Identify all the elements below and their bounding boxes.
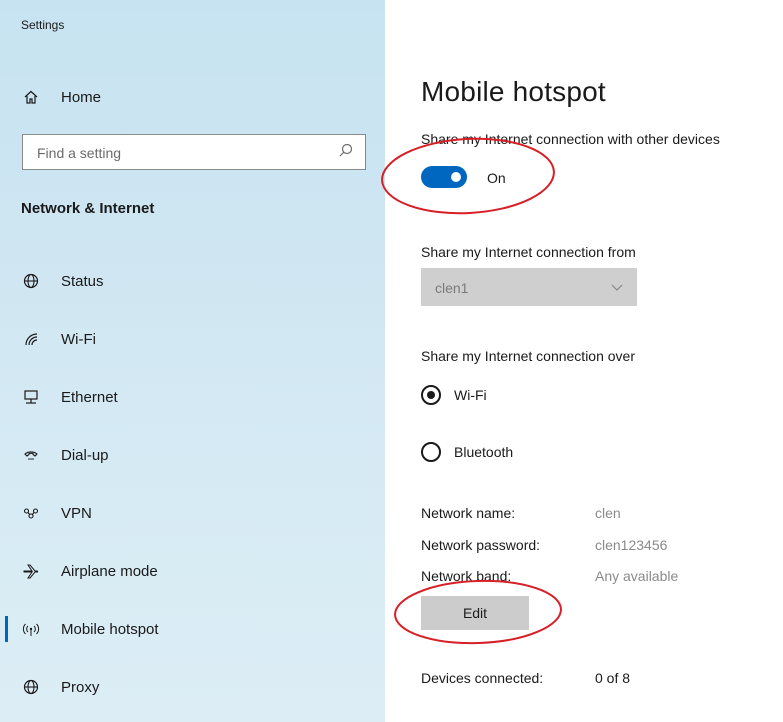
share-over-label: Share my Internet connection over (421, 348, 636, 364)
page-title: Mobile hotspot (421, 76, 606, 107)
dropdown-value: clen1 (435, 280, 469, 296)
connection-source-dropdown[interactable]: clen1 (421, 268, 637, 306)
search-icon[interactable] (337, 142, 355, 160)
sidebar-item-label: Mobile hotspot (61, 620, 159, 638)
network-name-value: clen (595, 505, 621, 521)
hotspot-toggle[interactable] (421, 166, 467, 188)
bluetooth-radio[interactable] (421, 442, 441, 462)
wifi-radio-label: Wi-Fi (454, 387, 487, 403)
share-from-label: Share my Internet connection from (421, 244, 636, 260)
proxy-icon (21, 677, 41, 697)
search-placeholder: Find a setting (37, 145, 122, 161)
section-title: Network & Internet (21, 200, 155, 217)
devices-connected-value: 0 of 8 (595, 670, 631, 686)
vpn-icon (21, 503, 41, 523)
network-password-label: Network password: (421, 537, 541, 553)
edit-button[interactable]: Edit (421, 596, 529, 630)
sidebar-item-label: Home (61, 88, 102, 106)
home-icon (21, 87, 41, 107)
sidebar-item-label: Dial-up (61, 446, 109, 464)
wifi-radio[interactable] (421, 385, 441, 405)
radio-dot (427, 391, 435, 399)
wifi-icon (21, 329, 41, 349)
sidebar-item-wifi[interactable]: Wi-Fi (0, 328, 385, 350)
sidebar-item-status[interactable]: Status (0, 270, 385, 292)
sidebar-item-label: Ethernet (61, 388, 118, 406)
network-band-label: Network band: (421, 568, 512, 584)
bluetooth-radio-label: Bluetooth (454, 444, 514, 460)
search-input[interactable]: Find a setting (22, 134, 366, 170)
sidebar-item-label: Proxy (61, 678, 100, 696)
chevron-down-icon (611, 280, 623, 292)
share-label: Share my Internet connection with other … (421, 131, 720, 147)
network-name-label: Network name: (421, 505, 516, 521)
airplane-icon (21, 561, 41, 581)
sidebar-item-label: VPN (61, 504, 92, 522)
network-band-value: Any available (595, 568, 679, 584)
toggle-knob (451, 172, 461, 182)
sidebar-item-label: Wi-Fi (61, 330, 96, 348)
sidebar: Settings Home Find a setting Network & I… (0, 0, 385, 722)
sidebar-item-airplane-mode[interactable]: Airplane mode (0, 560, 385, 582)
ethernet-icon (21, 387, 41, 407)
sidebar-item-label: Status (61, 272, 104, 290)
sidebar-item-proxy[interactable]: Proxy (0, 676, 385, 698)
devices-connected-label: Devices connected: (421, 670, 544, 686)
globe-icon (21, 271, 41, 291)
toggle-state-label: On (487, 170, 506, 186)
hotspot-icon (21, 619, 41, 639)
sidebar-item-vpn[interactable]: VPN (0, 502, 385, 524)
network-password-value: clen123456 (595, 537, 668, 553)
sidebar-item-mobile-hotspot[interactable]: Mobile hotspot (0, 618, 385, 640)
sidebar-item-label: Airplane mode (61, 562, 158, 580)
sidebar-item-home[interactable]: Home (0, 86, 385, 108)
sidebar-item-ethernet[interactable]: Ethernet (0, 386, 385, 408)
app-title: Settings (21, 18, 65, 32)
dialup-icon (21, 445, 41, 465)
sidebar-item-dialup[interactable]: Dial-up (0, 444, 385, 466)
